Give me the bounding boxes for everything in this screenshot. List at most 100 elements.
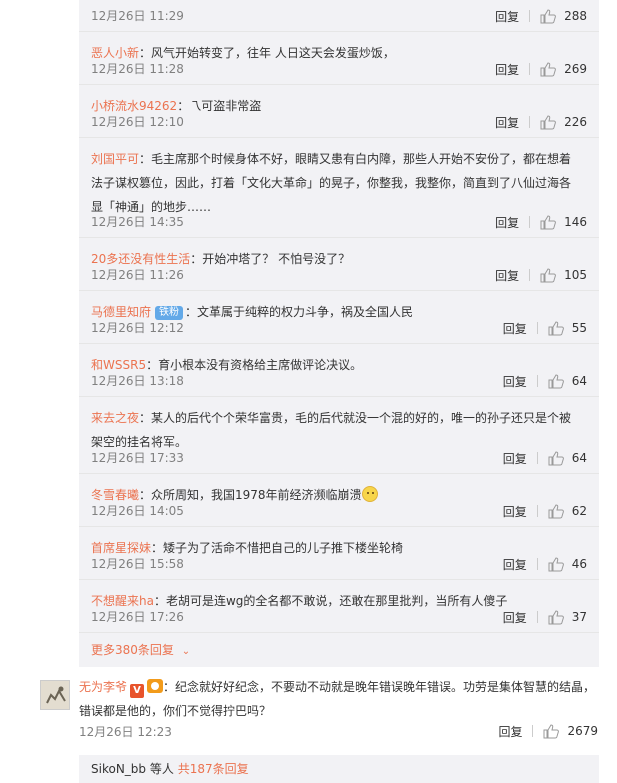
divider bbox=[536, 375, 538, 387]
reply-item: 刘国平可：毛主席那个时候身体不好，眼睛又患有白内障，那些人开始不安份了，都在想着… bbox=[79, 138, 599, 238]
thumbs-up-icon bbox=[548, 450, 564, 465]
reply-item: 和WSSR5：育小根本没有资格给主席做评论决议。 12月26日 13:18 回复 64 bbox=[79, 344, 599, 397]
more-replies-label[interactable]: 更多380条回复 bbox=[91, 643, 174, 657]
reply-username[interactable]: 马德里知府 bbox=[91, 305, 151, 319]
reply-button[interactable]: 回复 bbox=[503, 450, 527, 467]
smile-emoji-icon bbox=[361, 486, 378, 502]
reply-button[interactable]: 回复 bbox=[503, 373, 527, 390]
reply-button[interactable]: 回复 bbox=[503, 556, 527, 573]
fan-badge[interactable]: 铁粉 bbox=[155, 306, 184, 320]
reply-button[interactable]: 回复 bbox=[495, 8, 519, 25]
main-comment-actions: 回复 2679 bbox=[498, 723, 598, 739]
like-button[interactable]: 226 bbox=[540, 114, 587, 130]
reply-time: 12月26日 11:26 bbox=[91, 268, 184, 282]
reply-text: ：开始冲塔了？ 不怕号没了？ bbox=[190, 252, 351, 266]
reply-username[interactable]: 20多还没有性生活 bbox=[91, 252, 190, 266]
thumbs-up-icon bbox=[540, 214, 556, 229]
verified-icon[interactable]: V bbox=[130, 684, 145, 698]
like-count: 2679 bbox=[567, 724, 598, 738]
reply-item: 不想醒来ha：老胡可是连wg的全名都不敢说，还敢在那里批判，当所有人傻子 12月2… bbox=[79, 580, 599, 633]
reply-actions: 回复 288 bbox=[495, 8, 587, 24]
reply-text: ：老胡可是连wg的全名都不敢说，还敢在那里批判，当所有人傻子 bbox=[153, 594, 508, 608]
reply-username[interactable]: 不想醒来ha bbox=[91, 594, 154, 608]
like-count: 105 bbox=[564, 268, 587, 282]
reply-time: 12月26日 11:29 bbox=[91, 9, 184, 23]
thumbs-up-icon bbox=[540, 61, 556, 76]
divider bbox=[536, 322, 538, 334]
reply-item: 首席星探妹：矮子为了活命不惜把自己的儿子推下楼坐轮椅 12月26日 15:58 回复… bbox=[79, 527, 599, 580]
like-count: 55 bbox=[571, 321, 587, 335]
reply-button[interactable]: 回复 bbox=[498, 723, 522, 740]
reply-button[interactable]: 回复 bbox=[495, 114, 519, 131]
reply-actions: 回复 146 bbox=[495, 214, 587, 230]
divider bbox=[529, 10, 531, 22]
like-count: 64 bbox=[571, 374, 587, 388]
main-comment-time: 12月26日 12:23 bbox=[79, 725, 172, 739]
like-count: 288 bbox=[564, 9, 587, 23]
more-replies-link[interactable]: 更多380条回复 ⌄ bbox=[91, 641, 190, 658]
chevron-down-icon: ⌄ bbox=[181, 646, 191, 657]
like-button[interactable]: 288 bbox=[540, 8, 587, 24]
reply-button[interactable]: 回复 bbox=[503, 320, 527, 337]
like-button[interactable]: 64 bbox=[548, 450, 587, 466]
reply-time: 12月26日 14:35 bbox=[91, 215, 184, 229]
like-button[interactable]: 37 bbox=[548, 609, 587, 625]
reply-username[interactable]: 冬雪春曦 bbox=[91, 488, 139, 502]
like-button[interactable]: 2679 bbox=[543, 723, 598, 739]
reply-username[interactable]: 恶人小新 bbox=[91, 46, 139, 60]
reply-time: 12月26日 12:10 bbox=[91, 115, 184, 129]
reply-button[interactable]: 回复 bbox=[495, 214, 519, 231]
sub-reply-count-link[interactable]: 共187条回复 bbox=[178, 762, 249, 776]
thumbs-up-icon bbox=[543, 723, 560, 738]
divider bbox=[536, 452, 538, 464]
thumbs-up-icon bbox=[540, 267, 556, 282]
reply-username[interactable]: 首席星探妹 bbox=[91, 541, 151, 555]
reply-item: 20多还没有性生活：开始冲塔了？ 不怕号没了？ 12月26日 11:26 回复 105 bbox=[79, 238, 599, 291]
like-count: 269 bbox=[564, 62, 587, 76]
reply-username[interactable]: 小桥流水94262 bbox=[91, 99, 177, 113]
sub-reply-user[interactable]: SikoN_bb bbox=[91, 762, 146, 776]
reply-item: 来去之夜：某人的后代个个荣华富贵，毛的后代就没一个混的好的，唯一的孙子还只是个被… bbox=[79, 397, 599, 474]
reply-button[interactable]: 回复 bbox=[503, 503, 527, 520]
reply-text-block: 来去之夜：某人的后代个个荣华富贵，毛的后代就没一个混的好的，唯一的孙子还只是个被… bbox=[91, 406, 581, 454]
like-button[interactable]: 269 bbox=[540, 61, 587, 77]
divider bbox=[536, 505, 538, 517]
reply-time: 12月26日 14:05 bbox=[91, 504, 184, 518]
like-count: 146 bbox=[564, 215, 587, 229]
sub-reply-mid: 等人 bbox=[146, 762, 174, 776]
reply-username[interactable]: 和WSSR5 bbox=[91, 358, 146, 372]
reply-item: 12月26日 11:29 回复 288 bbox=[79, 0, 599, 32]
like-button[interactable]: 55 bbox=[548, 320, 587, 336]
thumbs-up-icon bbox=[548, 503, 564, 518]
divider bbox=[529, 216, 531, 228]
reply-button[interactable]: 回复 bbox=[495, 267, 519, 284]
level-badge-icon[interactable] bbox=[147, 679, 164, 693]
like-button[interactable]: 46 bbox=[548, 556, 587, 572]
like-button[interactable]: 64 bbox=[548, 373, 587, 389]
reply-item: 小桥流水94262：乁可盗非常盗 12月26日 12:10 回复 226 bbox=[79, 85, 599, 138]
like-count: 62 bbox=[571, 504, 587, 518]
thumbs-up-icon bbox=[548, 609, 564, 624]
main-comment-username[interactable]: 无为李爷 bbox=[79, 680, 127, 694]
reply-time: 12月26日 15:58 bbox=[91, 557, 184, 571]
reply-username[interactable]: 刘国平可 bbox=[91, 152, 139, 166]
reply-actions: 回复 55 bbox=[503, 320, 587, 336]
reply-item: 冬雪春曦：众所周知，我国1978年前经济濒临崩溃 12月26日 14:05 回复 62 bbox=[79, 474, 599, 527]
reply-button[interactable]: 回复 bbox=[503, 609, 527, 626]
like-count: 46 bbox=[571, 557, 587, 571]
like-button[interactable]: 105 bbox=[540, 267, 587, 283]
thumbs-up-icon bbox=[548, 320, 564, 335]
reply-time: 12月26日 11:28 bbox=[91, 62, 184, 76]
reply-actions: 回复 105 bbox=[495, 267, 587, 283]
reply-item: 马德里知府 铁粉 ：文革属于纯粹的权力斗争，祸及全国人民 12月26日 12:12 回复… bbox=[79, 291, 599, 344]
like-button[interactable]: 62 bbox=[548, 503, 587, 519]
reply-actions: 回复 64 bbox=[503, 373, 587, 389]
avatar[interactable] bbox=[40, 680, 70, 710]
like-button[interactable]: 146 bbox=[540, 214, 587, 230]
reply-button[interactable]: 回复 bbox=[495, 61, 519, 78]
like-count: 226 bbox=[564, 115, 587, 129]
reply-username[interactable]: 来去之夜 bbox=[91, 411, 139, 425]
thumbs-up-icon bbox=[540, 8, 556, 23]
reply-actions: 回复 269 bbox=[495, 61, 587, 77]
reply-actions: 回复 37 bbox=[503, 609, 587, 625]
